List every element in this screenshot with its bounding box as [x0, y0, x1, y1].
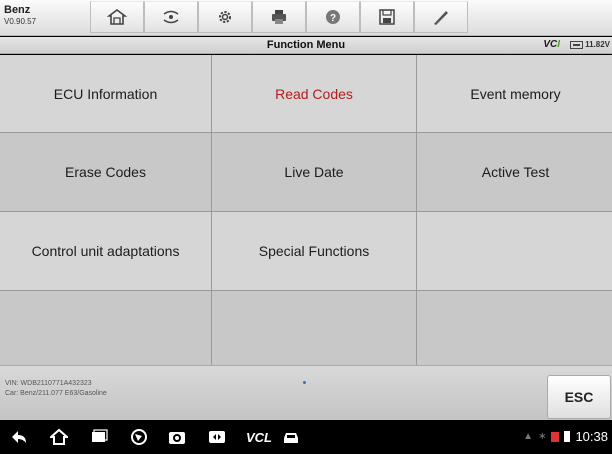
- battery-icon: [570, 40, 584, 49]
- brand-name: Benz: [4, 4, 31, 16]
- camera-icon: [169, 432, 185, 444]
- status-area: ▲ ∗ 10:38: [523, 429, 608, 444]
- help-button[interactable]: ?: [306, 1, 360, 33]
- vehicle-info: VIN: WDB2110771A432323 Car: Benz/211.077…: [5, 379, 107, 399]
- vin-text: VIN: WDB2110771A432323: [5, 380, 92, 387]
- menu-item-erase-codes[interactable]: Erase Codes: [0, 133, 211, 211]
- save-button[interactable]: [360, 1, 414, 33]
- toolbar-buttons: ?: [90, 1, 468, 35]
- menu-item-event-memory[interactable]: Event memory: [417, 55, 612, 132]
- back-arrow-icon: [12, 431, 26, 443]
- top-toolbar: Benz V0.90.57 ?: [0, 0, 612, 36]
- vehicle-swap-icon: [163, 10, 179, 24]
- page-title: Function Menu: [266, 39, 346, 51]
- recent-apps-button[interactable]: [90, 428, 108, 446]
- pencil-icon: [434, 11, 448, 25]
- vci-label: VC: [543, 39, 558, 50]
- camera-button[interactable]: [168, 428, 186, 446]
- menu-item-active-test[interactable]: Active Test: [417, 133, 612, 211]
- home-button[interactable]: [90, 1, 144, 33]
- wifi-icon: ▲: [523, 431, 534, 442]
- vehicle-swap-button[interactable]: [144, 1, 198, 33]
- multitask-button[interactable]: [208, 428, 226, 446]
- menu-item-empty: [212, 291, 416, 368]
- vci-accent: I: [557, 39, 560, 50]
- system-nav-bar: VCL ▲ ∗ 10:38: [0, 420, 612, 454]
- esc-button[interactable]: ESC: [547, 375, 611, 419]
- vcl-button[interactable]: VCL: [246, 428, 272, 446]
- gear-icon: [219, 11, 231, 23]
- menu-item-empty: [417, 291, 612, 368]
- help-icon: ?: [326, 10, 340, 24]
- title-bar: Function Menu VCI 11.82V: [0, 37, 612, 54]
- menu-item-read-codes[interactable]: Read Codes: [212, 55, 416, 132]
- menu-item-control-unit-adaptations[interactable]: Control unit adaptations: [0, 212, 211, 290]
- voltage-value: 11.82V: [585, 40, 610, 49]
- browser-icon: [131, 429, 147, 445]
- brand-block: Benz V0.90.57: [4, 4, 80, 27]
- menu-item-empty: [417, 212, 612, 290]
- menu-item-live-data[interactable]: Live Date: [212, 133, 416, 211]
- svg-text:?: ?: [330, 13, 336, 24]
- menu-item-ecu-information[interactable]: ECU Information: [0, 55, 211, 132]
- menu-item-empty: [0, 291, 211, 368]
- multitask-icon: [209, 431, 225, 443]
- battery-voltage: 11.82V: [570, 40, 610, 49]
- vci-status: VCI: [543, 39, 560, 50]
- save-icon: [379, 9, 395, 25]
- function-menu-grid: ECU Information Read Codes Event memory …: [0, 55, 612, 368]
- browser-button[interactable]: [130, 428, 148, 446]
- vehicle-info-footer: VIN: WDB2110771A432323 Car: Benz/211.077…: [0, 365, 612, 420]
- vcl-label: VCL: [246, 429, 272, 445]
- car-icon: [284, 433, 298, 443]
- menu-item-special-functions[interactable]: Special Functions: [212, 212, 416, 290]
- recent-apps-icon: [92, 429, 108, 442]
- home-icon: [107, 9, 127, 25]
- car-button[interactable]: [282, 428, 300, 446]
- back-button[interactable]: [10, 428, 28, 446]
- home-nav-icon: [50, 428, 68, 445]
- printer-icon: [272, 10, 286, 24]
- edit-button[interactable]: [414, 1, 468, 33]
- notification-icon: [551, 431, 560, 442]
- app-version: V0.90.57: [4, 17, 37, 26]
- car-text: Car: Benz/211.077 E63/Gasoline: [5, 390, 107, 397]
- clock: 10:38: [575, 429, 608, 444]
- bluetooth-icon: ∗: [538, 431, 547, 442]
- settings-button[interactable]: [198, 1, 252, 33]
- battery-status-icon: [564, 431, 571, 442]
- home-nav-button[interactable]: [50, 428, 68, 446]
- print-button[interactable]: [252, 1, 306, 33]
- page-indicator-dot: [303, 381, 306, 384]
